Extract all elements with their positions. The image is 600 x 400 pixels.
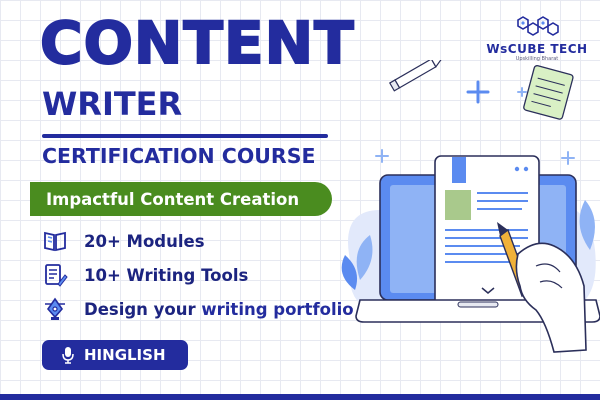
sparkle-decoration <box>466 80 490 104</box>
feature-portfolio: Design your writing portfolio <box>42 295 354 323</box>
microphone-icon <box>62 347 74 364</box>
course-title: CONTENT <box>39 9 355 77</box>
feature-text: 10+ Writing Tools <box>84 265 249 285</box>
feature-text-highlight: writing portfolio <box>201 299 354 319</box>
pen-tool-icon <box>45 297 65 320</box>
brand-name: WsCUBE TECH <box>486 42 588 56</box>
laptop-illustration <box>341 60 600 353</box>
tagline-text: Impactful Content Creation <box>46 189 300 209</box>
notepad-icon <box>523 65 574 120</box>
bottom-accent-bar <box>0 394 600 400</box>
language-label: HINGLISH <box>84 346 166 364</box>
brand-logo: WsCUBE TECH Upskilling Bharat <box>482 14 592 64</box>
hexagon-cluster-icon <box>517 16 559 36</box>
tagline-banner: Impactful Content Creation <box>30 182 332 216</box>
document-pen-icon <box>45 264 68 287</box>
pencil-icon <box>388 60 444 92</box>
feature-text: Design your writing portfolio <box>84 300 354 319</box>
feature-text-prefix: Design your <box>84 299 202 319</box>
heading-divider <box>42 134 328 138</box>
feature-modules: 20+ Modules <box>42 227 205 255</box>
language-badge: HINGLISH <box>42 340 188 370</box>
feature-text: 20+ Modules <box>84 231 205 251</box>
book-icon <box>44 231 66 252</box>
course-type: CERTIFICATION COURSE <box>42 144 316 168</box>
course-subtitle: WRITER <box>42 85 183 123</box>
feature-writing-tools: 10+ Writing Tools <box>42 261 248 289</box>
